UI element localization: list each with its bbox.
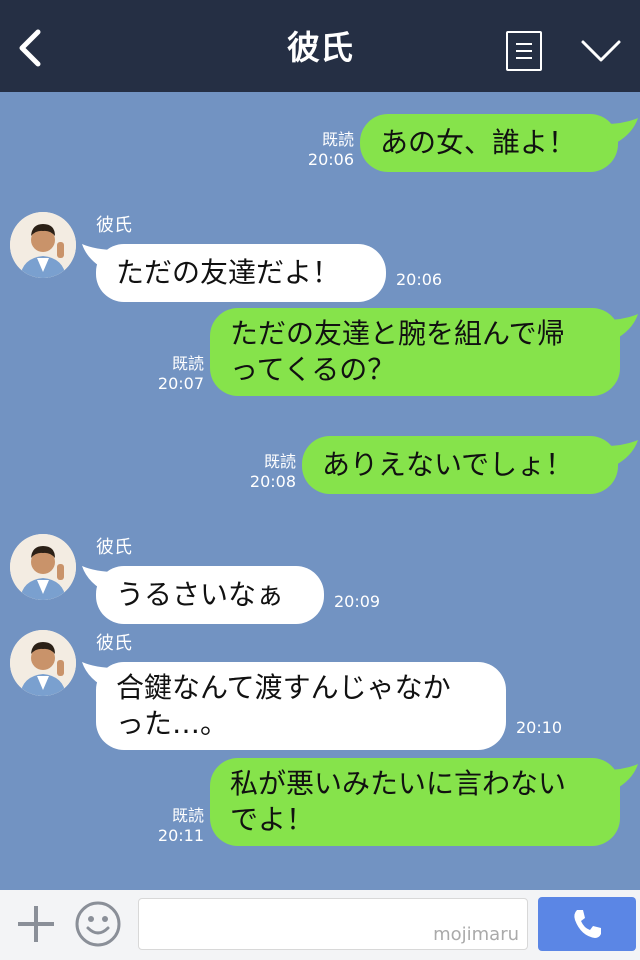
input-bar: mojimaru [0,890,640,960]
watermark-text: mojimaru [433,924,519,945]
message-row: 既読 20:08 ありえないでしょ！ [0,436,640,496]
sender-name: 彼氏 [96,537,132,558]
read-receipt: 既読 [321,130,354,149]
their-message-bubble[interactable]: うるさいなぁ [96,566,324,624]
read-receipt: 既読 [263,452,296,471]
emoji-icon[interactable] [74,900,122,948]
my-message-bubble[interactable]: 私が悪いみたいに言わない でよ！ [210,758,620,846]
sender-name: 彼氏 [96,633,132,654]
their-message-bubble[interactable]: ただの友達だよ！ [96,244,386,302]
message-row: 既読 20:06 あの女、誰よ！ [0,114,640,174]
chevron-down-icon[interactable] [580,38,622,64]
message-text: ありえないでしょ！ [322,448,574,481]
message-time: 20:11 [157,826,204,845]
call-button[interactable] [538,897,636,951]
avatar[interactable] [10,630,76,696]
phone-icon [574,910,601,938]
message-text-line: 私が悪いみたいに言わない [230,767,567,800]
chat-title: 彼氏 [287,28,353,67]
avatar[interactable] [10,534,76,600]
avatar[interactable] [10,212,76,278]
message-time: 20:08 [249,472,296,491]
message-text-line: った…。 [116,707,229,740]
message-time: 20:06 [396,270,443,289]
message-row: 既読 20:11 私が悪いみたいに言わない でよ！ [0,758,640,848]
message-input[interactable]: mojimaru [138,898,528,950]
message-row: 彼氏 うるさいなぁ 20:09 [0,534,640,626]
message-text-line: ただの友達と腕を組んで帰 [230,317,565,350]
sender-name: 彼氏 [96,215,132,236]
my-message-bubble[interactable]: ありえないでしょ！ [302,436,618,494]
message-row: 彼氏 ただの友達だよ！ 20:06 [0,212,640,304]
chat-area[interactable]: 既読 20:06 あの女、誰よ！ 彼氏 ただの友達だよ！ 20:06 既読 20… [0,92,640,890]
message-time: 20:07 [157,374,204,393]
my-message-bubble[interactable]: あの女、誰よ！ [360,114,618,172]
message-text: ただの友達だよ！ [116,256,341,289]
message-time: 20:10 [516,718,563,737]
message-row: 既読 20:07 ただの友達と腕を組んで帰 ってくるの？ [0,308,640,398]
their-message-bubble[interactable]: 合鍵なんて渡すんじゃなか った…。 [96,662,506,750]
message-text-line: ってくるの？ [230,353,396,386]
message-time: 20:09 [334,592,381,611]
my-message-bubble[interactable]: ただの友達と腕を組んで帰 ってくるの？ [210,308,620,396]
message-text: あの女、誰よ！ [380,126,577,159]
plus-icon[interactable] [14,902,58,946]
read-receipt: 既読 [171,806,204,825]
menu-list-icon[interactable] [506,31,542,71]
message-time: 20:06 [307,150,354,169]
chat-header: 彼氏 [0,0,640,92]
read-receipt: 既読 [171,354,204,373]
message-text-line: でよ！ [230,803,315,836]
message-row: 彼氏 合鍵なんて渡すんじゃなか った…。 20:10 [0,630,640,754]
message-text: うるさいなぁ [116,578,285,611]
message-text-line: 合鍵なんて渡すんじゃなか [116,671,451,704]
